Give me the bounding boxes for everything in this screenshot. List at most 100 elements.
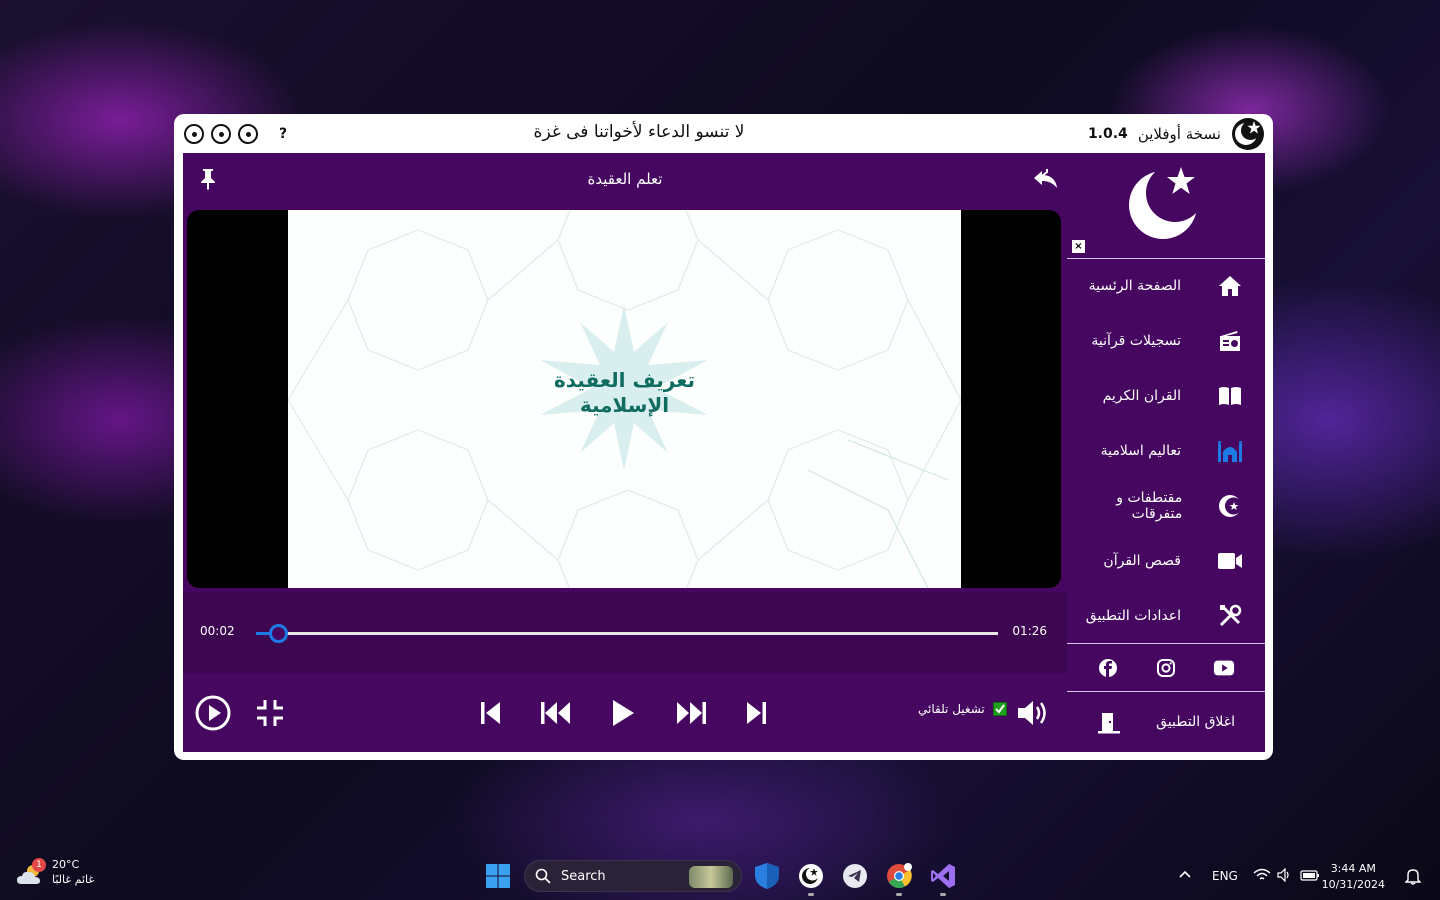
speaker-icon[interactable] [1277,867,1293,885]
sidebar-item-quran[interactable]: القران الكريم [1067,370,1265,422]
play-circle-icon [195,695,231,731]
sidebar-item-label: الصفحة الرئسية [1088,278,1181,294]
app-window: ? لا تنسو الدعاء لأخواتنا فى غزة 1.0.4 ن… [174,114,1273,760]
sidebar-item-label: اعدادات التطبيق [1085,608,1181,624]
play-icon [613,700,634,726]
sidebar-close-button[interactable]: × [1072,240,1085,253]
current-time: 00:02 [200,624,235,638]
sidebar-item-label: القران الكريم [1102,388,1181,404]
exit-fullscreen-button[interactable] [252,696,288,730]
sidebar-item-quran-stories[interactable]: قصص القرآن [1067,535,1265,587]
rewind-icon [541,702,570,724]
taskbar-app-telegram[interactable] [841,862,869,890]
app-branding: 1.0.4 نسخة أوفلاين [1088,117,1265,151]
play-button[interactable] [605,696,641,730]
start-button[interactable] [484,862,512,890]
taskbar-app-islamic[interactable] [797,862,825,896]
chevron-up-icon[interactable] [1178,868,1192,882]
sidebar-item-recordings[interactable]: تسجيلات قرآنية [1067,315,1265,367]
instagram-icon[interactable] [1155,657,1177,679]
skip-to-start-button[interactable] [473,696,509,730]
video-player-panel: تعلم العقيدة تعريف العقيدة الإسلامية 00:… [183,153,1067,752]
weather-badge: 1 [32,858,46,872]
video-frame[interactable]: تعريف العقيدة الإسلامية [187,210,1061,588]
window-close-button[interactable] [184,124,204,144]
sidebar-item-extracts[interactable]: مقتطفات و متفرقات [1067,480,1265,532]
help-button[interactable]: ? [279,126,287,142]
player-header: تعلم العقيدة [183,153,1067,209]
crescent-star-app-icon [799,864,823,888]
rewind-button[interactable] [538,696,574,730]
seek-bar[interactable] [256,624,998,643]
sidebar-item-label: تعاليم اسلامية [1100,443,1181,459]
player-title: تعلم العقيدة [587,170,663,188]
skip-to-end-button[interactable] [738,696,774,730]
slide-title-line-2: الإسلامية [579,393,670,417]
autoplay-checkbox[interactable] [992,702,1007,716]
sidebar-logo-area: × [1067,153,1265,258]
slide-title-line-1: تعريف العقيدة [553,368,696,392]
sidebar-item-home[interactable]: الصفحة الرئسية [1067,260,1265,312]
sidebar-item-label: مقتطفات و متفرقات [1116,490,1183,522]
youtube-icon[interactable] [1213,657,1235,679]
play-circle-button[interactable] [195,695,231,731]
taskbar-clock[interactable]: 3:44 AM 10/31/2024 [1322,861,1385,893]
exit-app-button[interactable]: اغلاق التطبيق [1067,696,1265,748]
mosque-icon [1217,438,1243,464]
sidebar-item-teachings[interactable]: تعاليم اسلامية [1067,425,1265,477]
autoplay-toggle[interactable]: تشغيل تلقائي [918,702,1007,716]
search-icon [535,868,551,884]
clock-time: 3:44 AM [1330,862,1376,875]
taskbar: 1 20°C غائم غالبًا Search ENG 3:44 AM 10… [0,852,1440,900]
visual-studio-icon [931,864,955,888]
window-banner-text: لا تنسو الدعاء لأخواتنا فى غزة [533,122,745,142]
social-links [1067,645,1265,691]
taskbar-search[interactable]: Search [524,860,742,892]
player-controls: تشغيل تلقائي [183,673,1067,752]
sidebar-divider [1067,691,1265,692]
window-maximize-button[interactable] [211,124,231,144]
home-icon [1217,273,1243,299]
weather-temp: 20°C [52,858,80,871]
check-icon [995,704,1005,714]
autoplay-label: تشغيل تلقائي [918,702,985,716]
progress-area: 00:02 01:26 [183,592,1067,673]
weather-condition: غائم غالبًا [52,873,95,886]
battery-icon[interactable] [1300,868,1320,885]
shield-icon [755,863,779,889]
book-icon [1217,383,1243,409]
running-indicator [808,893,814,896]
fast-forward-button[interactable] [673,696,709,730]
running-indicator [940,893,946,896]
taskbar-app-visual-studio[interactable] [929,862,957,896]
search-highlight-image [689,866,733,888]
volume-button[interactable] [1016,696,1052,730]
search-label: Search [561,868,606,884]
window-minimize-button[interactable] [238,124,258,144]
seek-bar-thumb[interactable] [269,624,289,643]
tools-icon [1217,603,1243,629]
slide-title: تعريف العقيدة الإسلامية [288,368,961,418]
total-time: 01:26 [1012,624,1047,638]
language-indicator[interactable]: ENG [1212,869,1238,883]
volume-icon [1018,701,1046,725]
fast-forward-icon [677,702,706,724]
exit-app-label: اغلاق التطبيق [1156,714,1235,730]
telegram-icon [843,864,867,888]
taskbar-app-defender[interactable] [753,862,781,890]
crescent-star-icon [1218,493,1243,519]
reply-all-back-icon[interactable] [1033,167,1059,191]
taskbar-app-chrome[interactable] [885,862,913,896]
sidebar-item-settings[interactable]: اعدادات التطبيق [1067,590,1265,642]
facebook-icon[interactable] [1097,657,1119,679]
wifi-icon[interactable] [1253,868,1271,885]
door-exit-icon [1098,713,1120,734]
notification-bell-icon[interactable] [1404,867,1422,888]
weather-widget[interactable]: 1 20°C غائم غالبًا [16,858,94,888]
sidebar-item-label: تسجيلات قرآنية [1091,333,1181,349]
sidebar-item-label: قصص القرآن [1103,553,1181,569]
skip-end-icon [747,702,766,724]
crescent-star-logo-icon [1129,164,1204,239]
video-slide: تعريف العقيدة الإسلامية [288,210,961,588]
sidebar-divider [1067,258,1265,259]
